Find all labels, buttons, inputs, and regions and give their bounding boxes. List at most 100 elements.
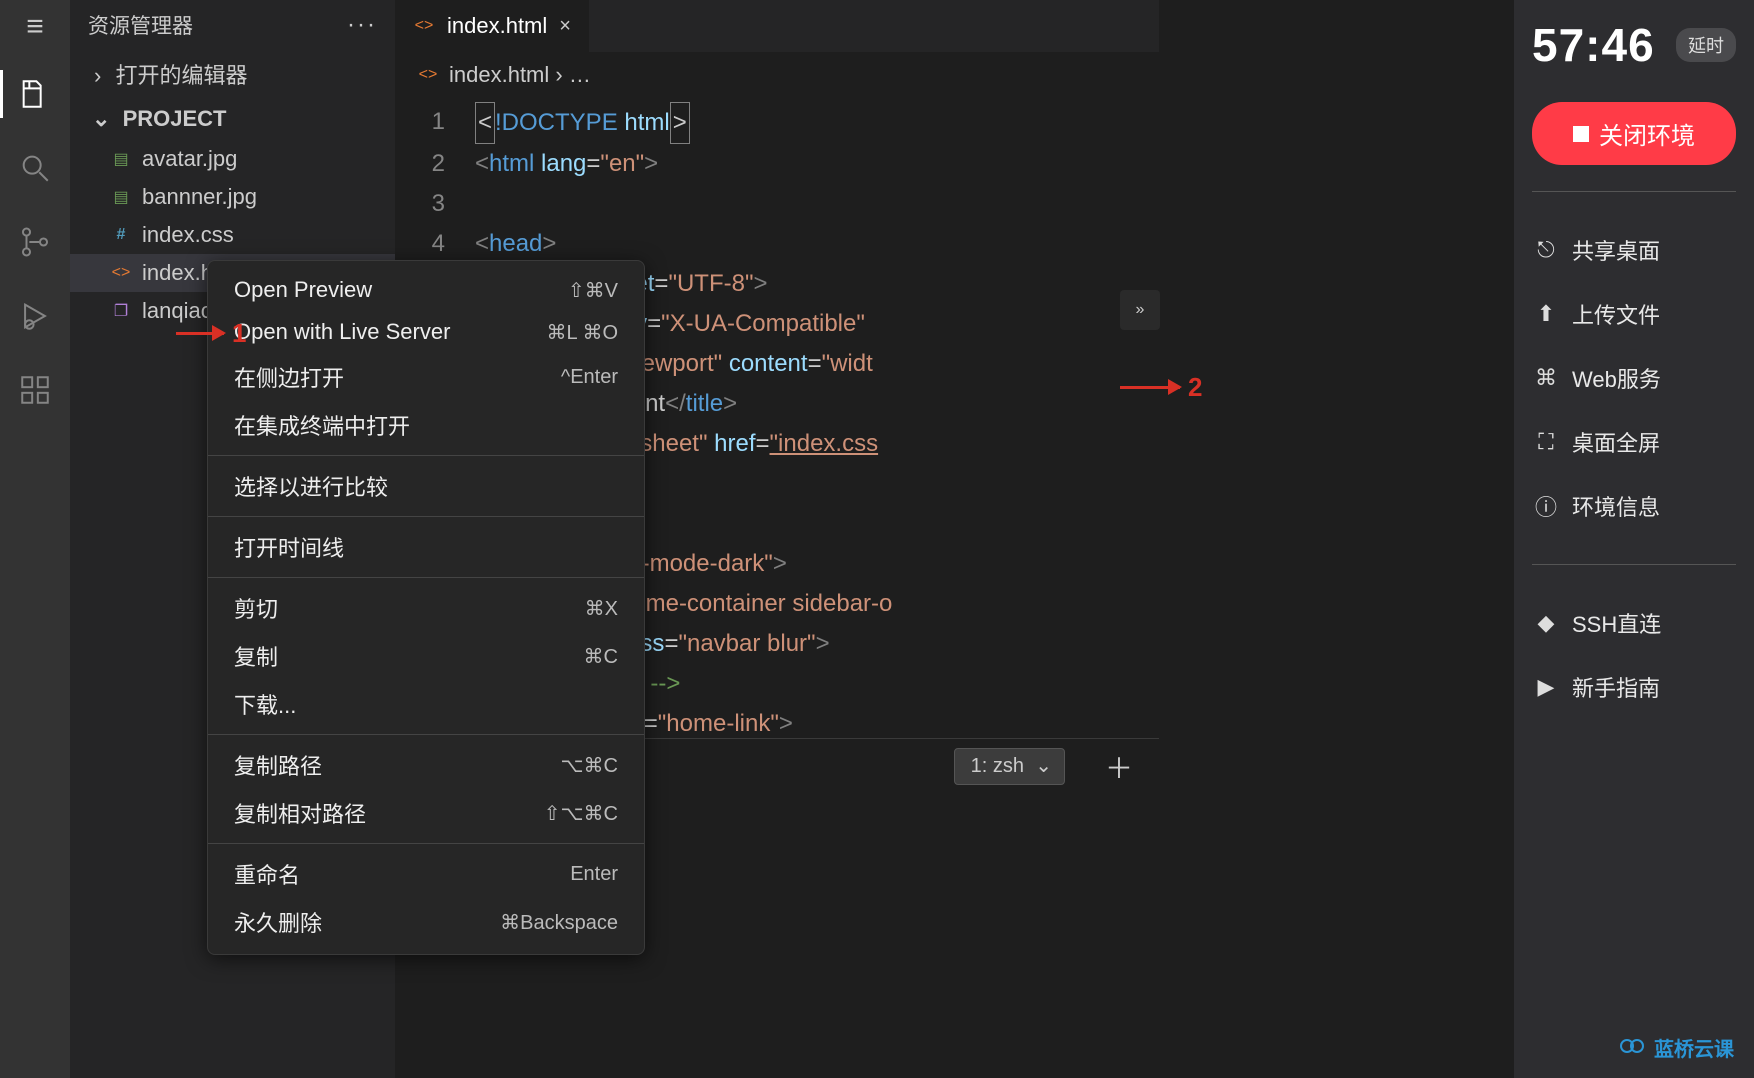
panel-item-share[interactable]: ⎋共享桌面 [1532, 218, 1736, 282]
open-editors-label: 打开的编辑器 [115, 63, 247, 88]
file-name: bannner.jpg [142, 184, 257, 210]
menu-item[interactable]: 选择以进行比较 [208, 462, 644, 510]
menu-item-shortcut: ⌘X [585, 596, 618, 621]
info-icon: ⓘ [1534, 494, 1558, 518]
stop-icon [1573, 126, 1589, 142]
share-icon: ⎋ [1534, 238, 1558, 262]
menu-item-shortcut: ⇧⌘V [568, 278, 618, 303]
open-editors-section[interactable]: › 打开的编辑器 [70, 50, 395, 98]
panel-item-info[interactable]: ⓘ 环境信息 [1532, 474, 1736, 538]
menu-item-shortcut: Enter [570, 863, 618, 886]
tabs: <> index.html × [395, 0, 1159, 52]
file-context-menu: Open Preview⇧⌘VOpen with Live Server⌘L ⌘… [207, 260, 645, 955]
terminal-select[interactable]: 1: zsh [954, 748, 1065, 785]
panel-item-diamond[interactable]: ◆ SSH直连 [1532, 591, 1736, 655]
line-number: 1 [395, 102, 475, 144]
html-file-icon: <> [417, 64, 439, 86]
tab-index-html[interactable]: <> index.html × [395, 0, 589, 52]
menu-item[interactable]: Open with Live Server⌘L ⌘O [208, 311, 644, 353]
menu-item[interactable]: 永久删除⌘Backspace [208, 898, 644, 946]
project-root[interactable]: ⌄ PROJECT [70, 98, 395, 140]
panel-item-play[interactable]: ▶新手指南 [1532, 655, 1736, 719]
folder-file-icon: ❐ [110, 300, 132, 322]
annotation-2: 2 [1120, 372, 1202, 403]
line-number: 3 [395, 184, 475, 224]
panel-item-expand[interactable]: ⛶ 桌面全屏 [1532, 410, 1736, 474]
menu-item-label: 选择以进行比较 [234, 470, 388, 502]
menu-item-label: 剪切 [234, 592, 278, 624]
menu-item-shortcut: ⌥⌘C [561, 753, 619, 778]
brand-logo: 蓝桥云课 [1620, 1033, 1734, 1062]
menu-icon[interactable]: ≡ [26, 10, 44, 44]
html-file-icon: <> [110, 262, 132, 284]
tab-label: index.html [447, 13, 547, 39]
menu-item[interactable]: 复制路径⌥⌘C [208, 741, 644, 789]
annotation-1: 1 [176, 318, 246, 349]
menu-item-label: 复制 [234, 640, 278, 672]
menu-item-shortcut: ⌘L ⌘O [547, 320, 619, 345]
menu-item-label: 下载... [234, 688, 296, 720]
timer: 57:46 [1532, 18, 1655, 72]
breadcrumb-text: index.html › … [449, 62, 591, 88]
close-environment-button[interactable]: 关闭环境 [1532, 102, 1736, 165]
globe-icon: ⌘ [1534, 366, 1558, 390]
menu-divider [208, 843, 644, 844]
activity-bar: ≡ [0, 0, 70, 1078]
html-file-icon: <> [413, 15, 435, 37]
code-line: 2<html lang="en"> [395, 144, 1159, 184]
close-icon[interactable]: × [559, 15, 571, 38]
menu-item[interactable]: 下载... [208, 680, 644, 728]
panel-item-upload[interactable]: ⬆上传文件 [1532, 282, 1736, 346]
code-content: <!DOCTYPE html> [475, 102, 1159, 144]
menu-item-label: 打开时间线 [234, 531, 344, 563]
menu-item[interactable]: 在侧边打开^Enter [208, 353, 644, 401]
image-file-icon: ▤ [110, 186, 132, 208]
menu-item-shortcut: ⌘C [584, 644, 618, 669]
menu-item-label: 复制相对路径 [234, 797, 366, 829]
search-icon[interactable] [11, 144, 59, 192]
explorer-title: 资源管理器 [88, 10, 193, 40]
menu-item[interactable]: 复制 ⌘C [208, 632, 644, 680]
play-icon: ▶ [1534, 675, 1558, 699]
menu-item[interactable]: 打开时间线 [208, 523, 644, 571]
panel-item-label: 环境信息 [1572, 490, 1660, 522]
menu-item-label: 重命名 [234, 858, 300, 890]
chevron-down-icon: ⌄ [92, 106, 110, 132]
file-item-avatar.jpg[interactable]: ▤avatar.jpg [70, 140, 395, 178]
panel-item-globe[interactable]: ⌘ Web服务 [1532, 346, 1736, 410]
project-root-label: PROJECT [123, 106, 227, 131]
explorer-icon[interactable] [11, 70, 59, 118]
environment-panel: 57:46 延时 关闭环境 ⎋共享桌面⬆上传文件 ⌘ Web服务 ⛶ 桌面全屏 ⓘ 环境信息… [1514, 0, 1754, 1078]
brand-text: 蓝桥云课 [1654, 1033, 1734, 1062]
menu-item[interactable]: Open Preview⇧⌘V [208, 269, 644, 311]
run-debug-icon[interactable] [11, 292, 59, 340]
menu-divider [208, 516, 644, 517]
panel-item-label: SSH直连 [1572, 607, 1661, 639]
menu-item-shortcut: ^Enter [561, 366, 618, 389]
upload-icon: ⬆ [1534, 302, 1558, 326]
more-icon[interactable]: ··· [347, 11, 377, 39]
file-item-bannner.jpg[interactable]: ▤ bannner.jpg [70, 178, 395, 216]
panel-item-label: 桌面全屏 [1572, 426, 1660, 458]
source-control-icon[interactable] [11, 218, 59, 266]
annotation-1-label: 1 [232, 318, 246, 349]
menu-divider [208, 455, 644, 456]
menu-item[interactable]: 剪切 ⌘X [208, 584, 644, 632]
expand-icon: ⛶ [1534, 430, 1558, 454]
menu-item[interactable]: 重命名 Enter [208, 850, 644, 898]
file-name: avatar.jpg [142, 146, 237, 172]
menu-item[interactable]: 复制相对路径⇧⌥⌘C [208, 789, 644, 837]
expand-panel-icon[interactable]: » [1120, 290, 1160, 330]
code-content [475, 184, 1159, 224]
file-item-index.css[interactable]: #index.css [70, 216, 395, 254]
menu-item[interactable]: 在集成终端中打开 [208, 401, 644, 449]
code-line: 3 [395, 184, 1159, 224]
delay-badge[interactable]: 延时 [1676, 28, 1736, 62]
breadcrumb[interactable]: <> index.html › … [395, 52, 1159, 98]
menu-item-label: 在集成终端中打开 [234, 409, 410, 441]
extensions-icon[interactable] [11, 366, 59, 414]
diamond-icon: ◆ [1534, 611, 1558, 635]
new-terminal-icon[interactable]: ＋ [1105, 747, 1133, 787]
panel-item-label: Web服务 [1572, 362, 1661, 394]
line-number: 4 [395, 224, 475, 264]
